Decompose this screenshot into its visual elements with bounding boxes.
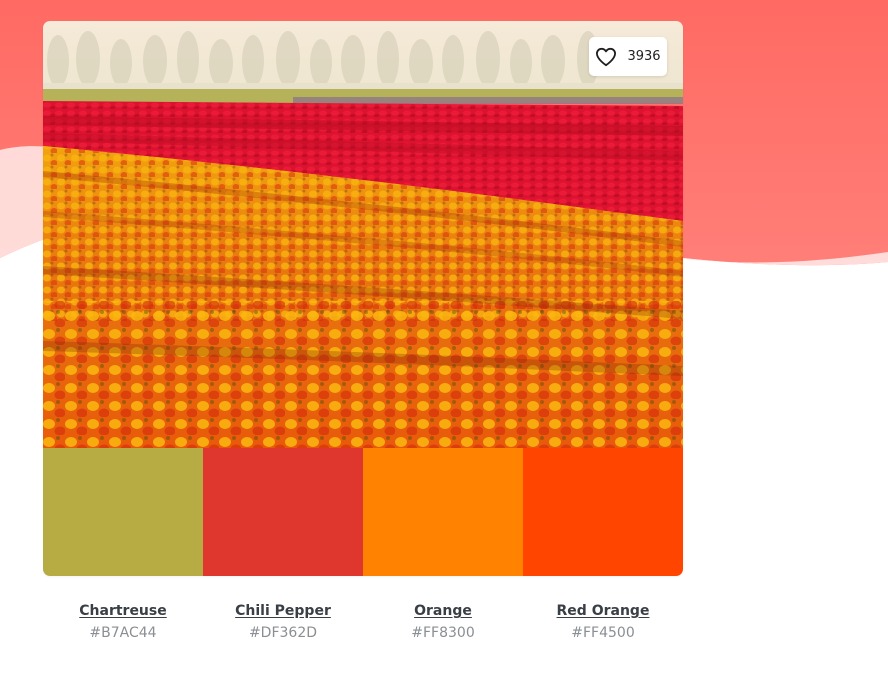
palette-labels: Chartreuse #B7AC44 Chili Pepper #DF362D … (43, 600, 683, 642)
swatch-chili-pepper[interactable] (203, 448, 363, 576)
swatch-red-orange[interactable] (523, 448, 683, 576)
swatch-orange[interactable] (363, 448, 523, 576)
color-label-red-orange: Red Orange #FF4500 (523, 600, 683, 642)
color-name-link[interactable]: Red Orange (557, 601, 650, 621)
color-label-chili-pepper: Chili Pepper #DF362D (203, 600, 363, 642)
color-hex-code: #B7AC44 (89, 625, 157, 641)
color-label-orange: Orange #FF8300 (363, 600, 523, 642)
palette-swatches (43, 448, 683, 576)
color-name-link[interactable]: Chartreuse (79, 601, 166, 621)
color-hex-code: #DF362D (248, 625, 318, 641)
swatch-chartreuse[interactable] (43, 448, 203, 576)
color-hex-code: #FF8300 (411, 625, 475, 641)
palette-page: 3936 Chartreuse #B7AC44 Chili Pepper #DF… (0, 0, 888, 681)
color-label-chartreuse: Chartreuse #B7AC44 (43, 600, 203, 642)
tulip-field-photo: 3936 (43, 21, 683, 448)
color-name-link[interactable]: Chili Pepper (235, 601, 331, 621)
palette-card[interactable]: 3936 (43, 21, 683, 576)
heart-icon (596, 47, 617, 66)
like-count: 3936 (627, 49, 661, 64)
color-name-link[interactable]: Orange (414, 601, 472, 621)
like-button[interactable]: 3936 (589, 37, 667, 76)
color-hex-code: #FF4500 (571, 625, 635, 641)
